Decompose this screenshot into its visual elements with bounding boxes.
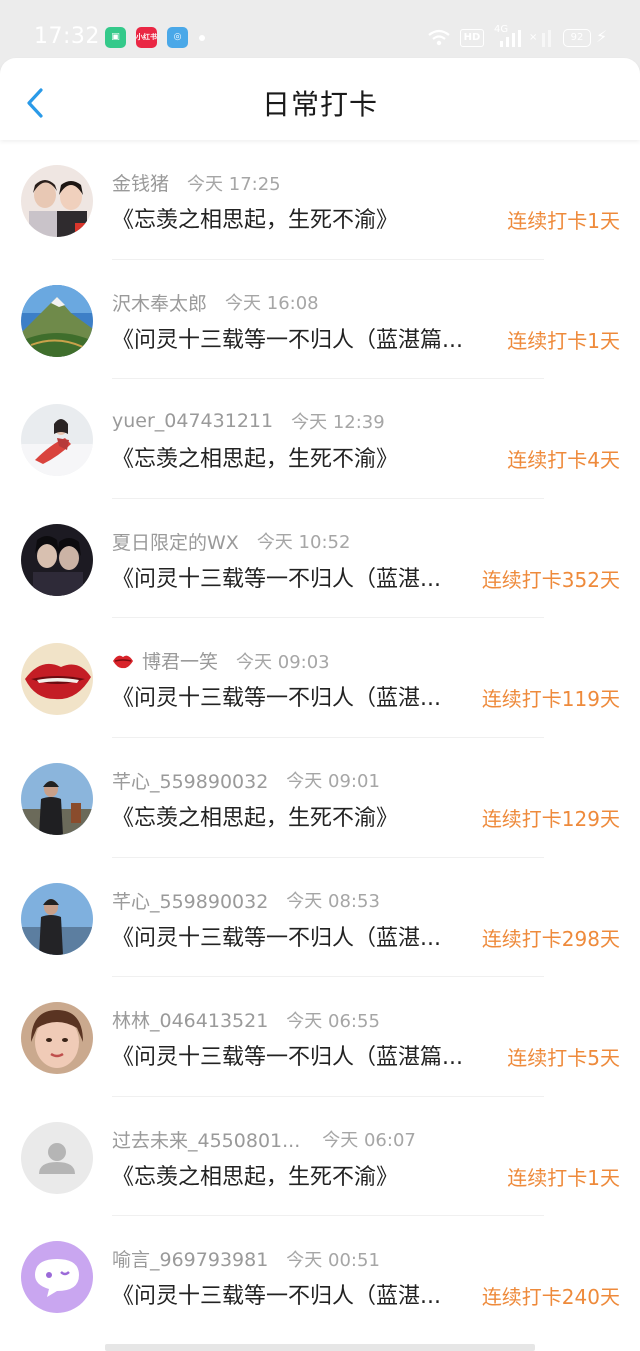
list-item[interactable]: 喻言_969793981 今天 00:51 《问灵十三载等一不归人（蓝湛... 连…	[0, 1216, 640, 1336]
item-meta: yuer_047431211 今天 12:39	[112, 408, 385, 434]
streak-label: 连续打卡119天	[481, 687, 620, 712]
streak-label: 连续打卡129天	[481, 806, 620, 831]
book-title[interactable]: 《问灵十三载等一不归人（蓝湛...	[112, 920, 468, 952]
status-time: 17:32	[34, 24, 100, 49]
user-name[interactable]: 过去未来_4550801...	[112, 1126, 300, 1153]
purple-chat-icon	[21, 1241, 93, 1314]
item-meta: 沢木奉太郎 今天 16:08	[112, 289, 319, 315]
user-name[interactable]: 沢木奉太郎	[112, 289, 207, 316]
list-item[interactable]: 林林_046413521 今天 06:55 《问灵十三载等一不归人（蓝湛篇... …	[0, 977, 640, 1097]
checkin-list: 金钱猪 今天 17:25 《忘羡之相思起，生死不渝》 连续打卡1天 沢木奉太郎 今天…	[0, 140, 640, 1336]
checkin-time: 今天 06:07	[322, 1130, 416, 1152]
checkin-time: 今天 17:25	[187, 173, 281, 195]
item-meta: 过去未来_4550801... 今天 06:07	[112, 1126, 416, 1152]
avatar[interactable]	[21, 762, 93, 835]
checkin-time: 今天 08:53	[286, 891, 380, 913]
avatar[interactable]	[21, 523, 93, 596]
notification-dot-icon	[199, 35, 205, 41]
streak-label: 连续打卡4天	[507, 448, 620, 473]
item-meta: 夏日限定的WX 今天 10:52	[112, 528, 350, 554]
item-meta: 林林_046413521 今天 06:55	[112, 1006, 380, 1032]
checkin-time: 今天 10:52	[256, 532, 351, 554]
blue-app-icon: ◎	[167, 27, 188, 48]
streak-label: 连续打卡1天	[507, 1165, 620, 1190]
charging-icon: ⚡	[596, 27, 608, 46]
checkin-time: 今天 09:03	[236, 651, 330, 673]
avatar[interactable]	[21, 882, 93, 955]
list-item[interactable]: 夏日限定的WX 今天 10:52 《问灵十三载等一不归人（蓝湛... 连续打卡35…	[0, 499, 640, 619]
avatar[interactable]	[21, 165, 93, 237]
item-meta: 喻言_969793981 今天 00:51	[112, 1245, 380, 1271]
streak-label: 连续打卡352天	[481, 567, 620, 592]
default-user-icon	[21, 1121, 93, 1194]
checkin-time: 今天 00:51	[286, 1249, 380, 1271]
hd-voice-icon: HD	[460, 29, 484, 47]
book-title[interactable]: 《忘羡之相思起，生死不渝》	[112, 1159, 497, 1191]
avatar[interactable]	[21, 1002, 93, 1075]
streak-label: 连续打卡1天	[507, 209, 620, 233]
avatar[interactable]	[21, 643, 93, 716]
user-name[interactable]: 金钱猪	[112, 169, 169, 196]
user-name[interactable]: 林林_046413521	[112, 1006, 268, 1033]
item-meta: 芊心_559890032 今天 09:01	[112, 767, 380, 793]
book-title[interactable]: 《问灵十三载等一不归人（蓝湛篇...	[112, 1039, 497, 1071]
battery-icon: 92	[563, 29, 591, 47]
book-title[interactable]: 《问灵十三载等一不归人（蓝湛篇...	[112, 322, 497, 354]
list-item[interactable]: yuer_047431211 今天 12:39 《忘羡之相思起，生死不渝》 连续打…	[0, 379, 640, 499]
list-item[interactable]: 沢木奉太郎 今天 16:08 《问灵十三载等一不归人（蓝湛篇... 连续打卡1天	[0, 260, 640, 380]
streak-label: 连续打卡240天	[481, 1285, 620, 1310]
book-title[interactable]: 《忘羡之相思起，生死不渝》	[112, 800, 468, 832]
checkin-time: 今天 09:01	[286, 771, 380, 793]
avatar[interactable]	[21, 404, 93, 477]
item-meta: 芊心_559890032 今天 08:53	[112, 887, 380, 913]
avatar[interactable]	[21, 1121, 93, 1194]
item-meta: 博君一笑 今天 09:03	[112, 647, 330, 673]
nav-header: 日常打卡	[0, 58, 640, 140]
lips-icon	[113, 655, 133, 668]
green-app-icon: ▣	[105, 27, 126, 48]
list-item[interactable]: 金钱猪 今天 17:25 《忘羡之相思起，生死不渝》 连续打卡1天	[0, 140, 640, 260]
list-item[interactable]: 博君一笑 今天 09:03 《问灵十三载等一不归人（蓝湛... 连续打卡119天	[0, 618, 640, 738]
book-title[interactable]: 《忘羡之相思起，生死不渝》	[112, 202, 497, 234]
bottom-edge-bar	[105, 1344, 535, 1351]
user-name[interactable]: 芊心_559890032	[112, 767, 268, 794]
streak-label: 连续打卡1天	[507, 328, 620, 353]
svg-text:×: ×	[529, 32, 537, 43]
wifi-icon	[428, 29, 450, 46]
checkin-time: 今天 06:55	[286, 1010, 380, 1032]
item-meta: 金钱猪 今天 17:25	[112, 169, 281, 195]
list-item[interactable]: 过去未来_4550801... 今天 06:07 《忘羡之相思起，生死不渝》 连续…	[0, 1097, 640, 1217]
checkin-time: 今天 16:08	[225, 293, 319, 315]
user-name[interactable]: 喻言_969793981	[112, 1245, 268, 1272]
list-item[interactable]: 芊心_559890032 今天 09:01 《忘羡之相思起，生死不渝》 连续打卡1…	[0, 738, 640, 858]
list-item[interactable]: 芊心_559890032 今天 08:53 《问灵十三载等一不归人（蓝湛... 连…	[0, 858, 640, 978]
user-name[interactable]: yuer_047431211	[112, 410, 273, 432]
avatar[interactable]	[21, 1241, 93, 1314]
user-name[interactable]: 博君一笑	[142, 647, 218, 674]
signal-no-sim-icon: ×	[529, 30, 551, 47]
book-title[interactable]: 《问灵十三载等一不归人（蓝湛...	[112, 561, 468, 593]
xiaohongshu-icon: 小红书	[136, 27, 157, 48]
streak-label: 连续打卡298天	[481, 926, 620, 951]
book-title[interactable]: 《问灵十三载等一不归人（蓝湛...	[112, 1278, 468, 1310]
signal-icon	[500, 30, 521, 47]
page-title: 日常打卡	[261, 88, 378, 121]
user-name[interactable]: 夏日限定的WX	[112, 528, 239, 555]
streak-label: 连续打卡5天	[507, 1046, 620, 1071]
book-title[interactable]: 《忘羡之相思起，生死不渝》	[112, 441, 497, 473]
book-title[interactable]: 《问灵十三载等一不归人（蓝湛...	[112, 680, 468, 712]
user-name[interactable]: 芊心_559890032	[112, 887, 268, 914]
checkin-time: 今天 12:39	[291, 412, 385, 434]
avatar[interactable]	[21, 284, 93, 357]
